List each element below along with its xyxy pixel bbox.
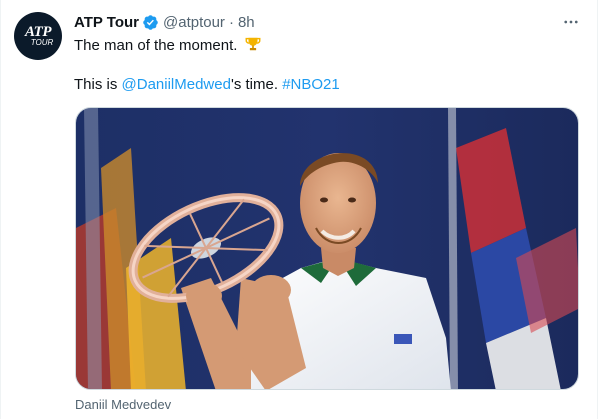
tweet-card[interactable]: ATP TOUR ATP Tour @atptour · 8h The man … [0, 0, 598, 419]
tweet-timestamp[interactable]: 8h [238, 14, 255, 31]
tweet-text-moment: The man of the moment. [74, 37, 238, 54]
author-name[interactable]: ATP Tour [74, 14, 139, 31]
tweet-photo[interactable] [75, 107, 579, 390]
tweet-text-prefix: This is [74, 76, 122, 93]
tennis-player-trophy-photo [76, 108, 578, 389]
avatar-logo-subtext: TOUR [30, 38, 54, 47]
trophy-emoji-icon [244, 35, 262, 59]
tweet-text-middle: 's time. [230, 76, 283, 93]
media-caption: Daniil Medvedev [75, 397, 172, 412]
tweet-text-line-2: This is @DaniilMedwed's time. #NBO21 [74, 75, 340, 95]
tweet-header: ATP Tour @atptour · 8h [74, 12, 255, 32]
verified-badge-icon [142, 14, 159, 31]
header-separator: · [228, 13, 234, 31]
hashtag-link[interactable]: #NBO21 [282, 76, 340, 93]
mention-link[interactable]: @DaniilMedwed [122, 76, 231, 93]
author-avatar[interactable]: ATP TOUR [14, 12, 62, 60]
more-horizontal-icon[interactable] [561, 12, 581, 32]
tweet-text-line-1: The man of the moment. [74, 35, 262, 59]
author-handle[interactable]: @atptour [163, 14, 225, 31]
avatar-logo-text: ATP [24, 24, 52, 40]
